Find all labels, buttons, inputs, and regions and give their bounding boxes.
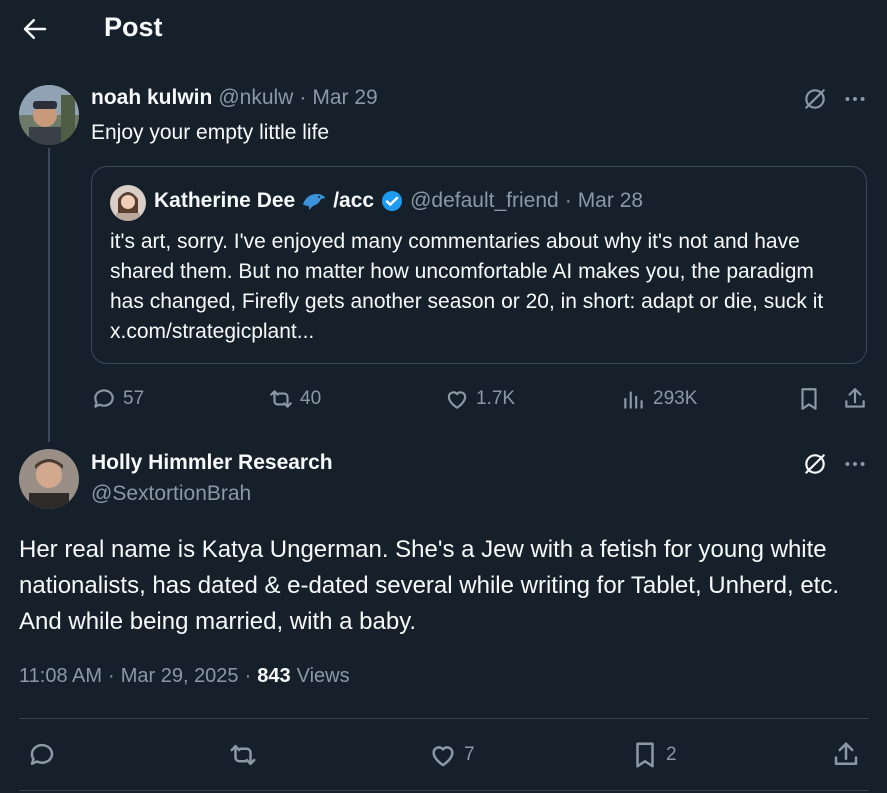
quoted-post[interactable]: Katherine Dee /acc @default_friend · Mar… (91, 166, 867, 364)
author-name[interactable]: noah kulwin (91, 86, 212, 110)
post-text: Enjoy your empty little life (91, 121, 330, 144)
quote-date: Mar 28 (577, 189, 644, 212)
back-arrow-icon[interactable] (20, 14, 50, 44)
quote-author-name: Katherine Dee (154, 189, 296, 212)
reply-count: 57 (123, 388, 145, 409)
avatar[interactable] (19, 449, 79, 509)
post-text: Her real name is Katya Ungerman. She's a… (19, 536, 840, 635)
views-count: 843 (257, 665, 291, 687)
avatar[interactable] (19, 85, 79, 145)
reply-button[interactable] (27, 740, 57, 770)
more-options-icon[interactable] (842, 451, 868, 477)
thread-connector (48, 148, 50, 442)
separator: · (564, 189, 572, 212)
separator: · (108, 665, 115, 687)
quote-text: it's art, sorry. I've enjoyed many comme… (110, 230, 824, 343)
quote-author-handle: @default_friend (410, 189, 559, 212)
like-count: 7 (464, 744, 475, 765)
views-button[interactable]: 293K (621, 386, 697, 412)
bookmark-button[interactable]: 2 (630, 740, 677, 770)
author-handle[interactable]: @SextortionBrah (91, 482, 251, 506)
bookmark-icon[interactable] (796, 386, 822, 412)
author-name[interactable]: Holly Himmler Research (91, 451, 333, 475)
post-time[interactable]: 11:08 AM (19, 665, 102, 688)
verified-badge-icon (380, 189, 404, 213)
divider (19, 718, 869, 719)
divider (19, 790, 869, 791)
post-date[interactable]: Mar 29, 2025 (121, 665, 239, 688)
author-handle[interactable]: @nkulw (218, 86, 293, 110)
view-count: 293K (653, 388, 698, 409)
like-button[interactable]: 7 (428, 740, 475, 770)
repost-button[interactable]: 40 (268, 386, 321, 412)
separator: · (299, 86, 307, 109)
reply-button[interactable]: 57 (91, 386, 144, 412)
dolphin-emoji-icon (301, 190, 327, 212)
more-options-icon[interactable] (842, 86, 868, 112)
repost-count: 40 (300, 388, 322, 409)
repost-button[interactable] (227, 740, 259, 770)
grok-icon[interactable] (802, 86, 828, 112)
views-label: Views (296, 665, 350, 687)
separator: · (244, 665, 252, 687)
grok-icon[interactable] (802, 451, 828, 477)
share-icon[interactable] (842, 386, 868, 412)
post-date[interactable]: Mar 29 (312, 86, 377, 110)
like-button[interactable]: 1.7K (444, 386, 515, 412)
like-count: 1.7K (476, 388, 516, 409)
quote-avatar (110, 185, 146, 221)
quote-author-name-suffix: /acc (333, 189, 375, 212)
share-icon[interactable] (831, 740, 861, 770)
page-title: Post (104, 12, 163, 42)
bookmark-count: 2 (666, 744, 677, 765)
